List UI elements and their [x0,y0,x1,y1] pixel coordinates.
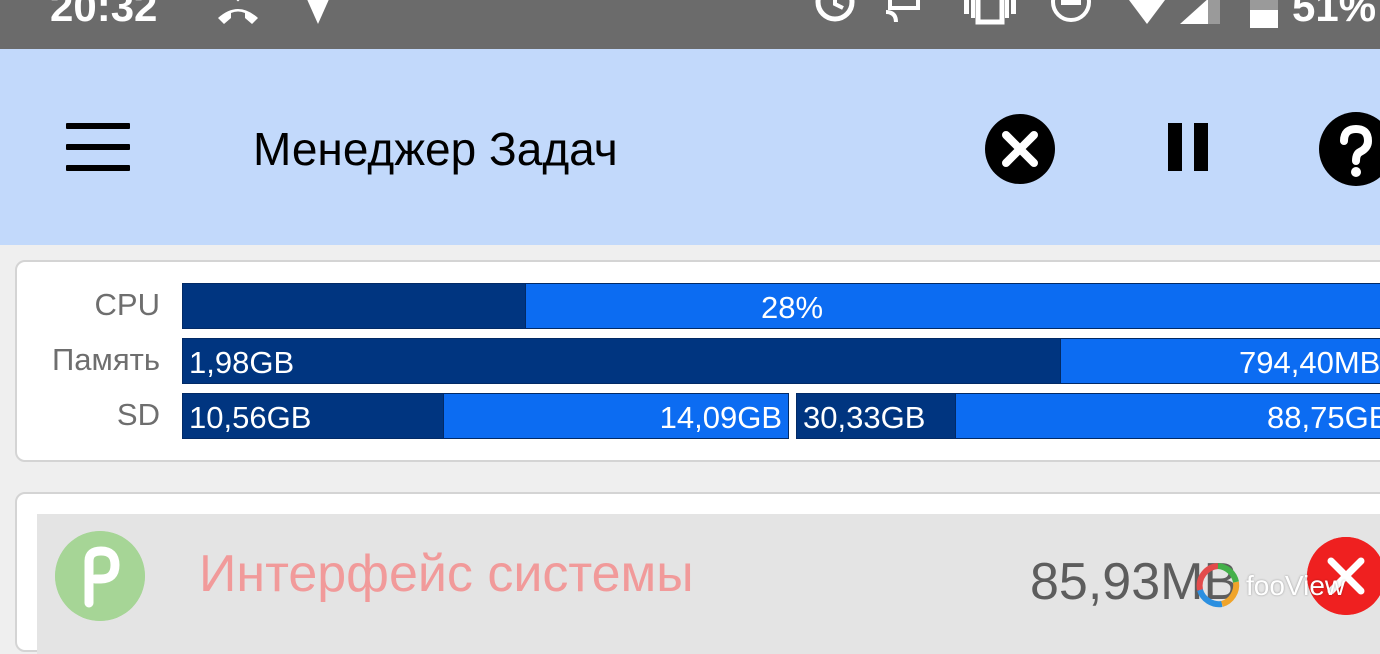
app-bar: Менеджер Задач [0,49,1380,245]
wifi-icon [1129,0,1165,24]
process-row[interactable]: Интерфейс системы 85,93MB [37,514,1380,654]
fooview-logo-icon [1196,563,1240,608]
sd-external-used-value: 30,33GB [803,400,926,435]
cast-icon [885,0,920,23]
memory-free-value: 794,40MB [1239,345,1380,380]
location-icon [307,0,329,24]
status-bar: 20:32 51% [0,0,1380,49]
sd-label: SD [116,397,160,432]
status-time: 20:32 [50,0,158,30]
missed-call-icon [218,0,258,24]
memory-usage-bar: 1,98GB 794,40MB [182,338,1380,384]
android-p-icon [55,531,145,621]
do-not-disturb-icon [1051,0,1091,22]
cpu-free-segment [526,284,1380,328]
kill-all-icon[interactable] [984,113,1056,185]
battery-icon [1250,0,1278,28]
pause-icon[interactable] [1160,119,1216,175]
sd-external-bar: 30,33GB 88,75GB [796,393,1380,439]
cpu-used-segment [183,284,526,328]
memory-used-value: 1,98GB [189,345,295,380]
memory-used-segment [183,339,1061,383]
process-list: Интерфейс системы 85,93MB [15,492,1380,654]
cpu-percent: 28% [761,290,824,325]
sd-internal-used-value: 10,56GB [189,400,312,435]
memory-label: Память [52,342,160,377]
cpu-usage-bar: 28% [182,283,1380,329]
sd-external-free-value: 88,75GB [1267,400,1380,435]
menu-icon-bar [66,144,130,150]
vibrate-icon [964,0,1016,25]
menu-button[interactable] [60,119,136,175]
process-name: Интерфейс системы [199,545,694,603]
system-stats-card: CPU 28% Память 1,98GB 794,40MB SD 10,56G… [15,260,1380,462]
sd-internal-free-value: 14,09GB [659,400,782,435]
app-title: Менеджер Задач [253,123,618,175]
cpu-label: CPU [94,287,160,322]
battery-percent: 51% [1292,0,1377,30]
sd-internal-bar: 10,56GB 14,09GB [182,393,789,439]
menu-icon-bar [66,165,130,171]
menu-icon [66,123,130,129]
watermark-text: fooView [1246,570,1346,601]
signal-icon [1180,0,1220,24]
alarm-icon [815,0,855,22]
help-icon[interactable] [1318,111,1380,187]
